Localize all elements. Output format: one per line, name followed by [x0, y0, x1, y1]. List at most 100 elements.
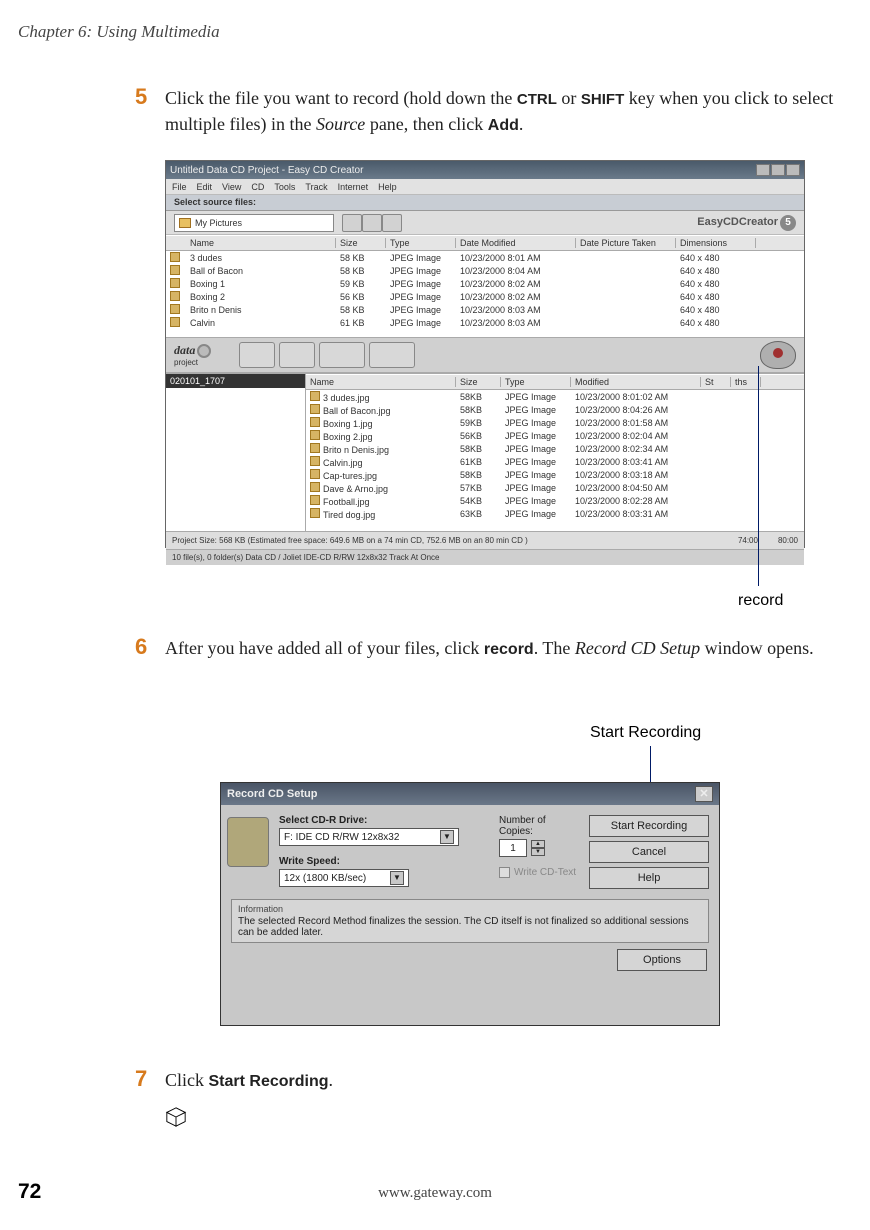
- chapter-header: Chapter 6: Using Multimedia: [18, 22, 220, 42]
- project-sublabel: project: [174, 358, 211, 367]
- list-item[interactable]: Ball of Bacon58 KBJPEG Image10/23/2000 8…: [166, 264, 804, 277]
- menu-item[interactable]: File: [172, 182, 187, 192]
- folder-select[interactable]: My Pictures: [174, 214, 334, 232]
- list-item[interactable]: 3 dudes.jpg58KBJPEG Image10/23/2000 8:01…: [306, 390, 804, 403]
- start-recording-button[interactable]: Start Recording: [589, 815, 709, 837]
- bottom-text: 10 file(s), 0 folder(s) Data CD / Joliet…: [172, 553, 440, 562]
- options-button[interactable]: Options: [617, 949, 707, 971]
- ui-record: record: [484, 641, 534, 658]
- menu-item[interactable]: Edit: [197, 182, 213, 192]
- col-type[interactable]: Type: [501, 377, 571, 387]
- list-item[interactable]: Tired dog.jpg63KBJPEG Image10/23/2000 8:…: [306, 507, 804, 520]
- properties-button[interactable]: [319, 342, 365, 368]
- drive-select[interactable]: F: IDE CD R/RW 12x8x32 ▼: [279, 828, 459, 846]
- project-pane: 020101_1707 Name Size Type Modified St t…: [166, 373, 804, 531]
- text: .: [329, 1070, 334, 1090]
- select-source-label: Select source files:: [166, 195, 804, 211]
- info-body: The selected Record Method finalizes the…: [238, 916, 702, 938]
- step-5: 5 Click the file you want to record (hol…: [165, 86, 865, 138]
- list-item[interactable]: 3 dudes58 KBJPEG Image10/23/2000 8:01 AM…: [166, 251, 804, 264]
- menu-item[interactable]: Help: [378, 182, 397, 192]
- menu-item[interactable]: Track: [305, 182, 327, 192]
- text: window opens.: [700, 638, 814, 658]
- mid-buttons: [239, 342, 415, 368]
- list-item[interactable]: Football.jpg54KBJPEG Image10/23/2000 8:0…: [306, 494, 804, 507]
- drive-label: Select CD-R Drive:: [279, 815, 459, 826]
- list-item[interactable]: Ball of Bacon.jpg58KBJPEG Image10/23/200…: [306, 403, 804, 416]
- col-dim[interactable]: Dimensions: [676, 238, 756, 248]
- col-size[interactable]: Size: [456, 377, 501, 387]
- list-item[interactable]: Boxing 2.jpg56KBJPEG Image10/23/2000 8:0…: [306, 429, 804, 442]
- project-file-pane: Name Size Type Modified St ths 3 dudes.j…: [306, 374, 804, 531]
- window-name: Record CD Setup: [575, 638, 700, 658]
- status-text: Project Size: 568 KB (Estimated free spa…: [172, 536, 528, 545]
- record-dot-icon: [773, 348, 783, 358]
- close-icon[interactable]: ✕: [695, 786, 713, 802]
- remove-button[interactable]: [279, 342, 315, 368]
- dialog-title: Record CD Setup: [227, 788, 317, 800]
- menu-item[interactable]: Tools: [274, 182, 295, 192]
- screenshot-easy-cd-creator: Untitled Data CD Project - Easy CD Creat…: [165, 160, 805, 548]
- list-item[interactable]: Boxing 159 KBJPEG Image10/23/2000 8:02 A…: [166, 277, 804, 290]
- menu-item[interactable]: Internet: [338, 182, 369, 192]
- text: . The: [534, 638, 575, 658]
- text: data: [174, 343, 195, 357]
- step-number: 7: [135, 1066, 147, 1092]
- menu-item[interactable]: CD: [251, 182, 264, 192]
- col-ths[interactable]: ths: [731, 377, 761, 387]
- speed-label: Write Speed:: [279, 856, 459, 867]
- step-number: 6: [135, 634, 147, 660]
- list-item[interactable]: Dave & Arno.jpg57KBJPEG Image10/23/2000 …: [306, 481, 804, 494]
- text: .: [519, 114, 524, 134]
- ui-start-recording: Start Recording: [209, 1073, 329, 1090]
- col-size[interactable]: Size: [336, 238, 386, 248]
- menubar[interactable]: File Edit View CD Tools Track Internet H…: [166, 179, 804, 195]
- ui-pane-name: Source: [316, 114, 365, 134]
- copies-input[interactable]: 1: [499, 839, 527, 857]
- col-mod[interactable]: Date Modified: [456, 238, 576, 248]
- window-controls[interactable]: [756, 164, 800, 176]
- checkbox-label: Write CD-Text: [514, 867, 576, 878]
- chevron-down-icon[interactable]: ▼: [390, 871, 404, 885]
- brand-text: EasyCDCreator: [697, 216, 778, 228]
- list-item[interactable]: Boxing 1.jpg59KBJPEG Image10/23/2000 8:0…: [306, 416, 804, 429]
- list-item[interactable]: Calvin61 KBJPEG Image10/23/2000 8:03 AM6…: [166, 316, 804, 329]
- cube-icon: [165, 1106, 187, 1128]
- source-file-list[interactable]: 3 dudes58 KBJPEG Image10/23/2000 8:01 AM…: [166, 251, 804, 337]
- list-item[interactable]: Cap-tures.jpg58KBJPEG Image10/23/2000 8:…: [306, 468, 804, 481]
- copies-spinner[interactable]: ▲▼: [531, 840, 545, 856]
- col-mod[interactable]: Modified: [571, 377, 701, 387]
- col-taken[interactable]: Date Picture Taken: [576, 238, 676, 248]
- mid-toolbar: data project: [166, 337, 804, 373]
- speed-select[interactable]: 12x (1800 KB/sec) ▼: [279, 869, 409, 887]
- chevron-down-icon[interactable]: ▼: [440, 830, 454, 844]
- source-list-header: Name Size Type Date Modified Date Pictur…: [166, 235, 804, 251]
- menu-item[interactable]: View: [222, 182, 241, 192]
- record-button[interactable]: [760, 341, 796, 369]
- keycap-shift: SHIFT: [581, 91, 624, 108]
- tree-root[interactable]: 020101_1707: [166, 374, 305, 388]
- list-item[interactable]: Brito n Denis58 KBJPEG Image10/23/2000 8…: [166, 303, 804, 316]
- list-item[interactable]: Calvin.jpg61KBJPEG Image10/23/2000 8:03:…: [306, 455, 804, 468]
- col-st[interactable]: St: [701, 377, 731, 387]
- col-name[interactable]: Name: [186, 238, 336, 248]
- drive-value: F: IDE CD R/RW 12x8x32: [284, 832, 399, 843]
- project-file-list[interactable]: 3 dudes.jpg58KBJPEG Image10/23/2000 8:01…: [306, 390, 804, 531]
- text: Click the file you want to record (hold …: [165, 88, 517, 108]
- col-type[interactable]: Type: [386, 238, 456, 248]
- cd-icon: [197, 344, 211, 358]
- project-tree[interactable]: 020101_1707: [166, 374, 306, 531]
- info-heading: Information: [238, 904, 702, 914]
- bottombar: 10 file(s), 0 folder(s) Data CD / Joliet…: [166, 549, 804, 565]
- callout-start-recording: Start Recording: [590, 724, 701, 742]
- list-item[interactable]: Brito n Denis.jpg58KBJPEG Image10/23/200…: [306, 442, 804, 455]
- cancel-button[interactable]: Cancel: [589, 841, 709, 863]
- transitions-button[interactable]: [369, 342, 415, 368]
- add-button[interactable]: [239, 342, 275, 368]
- help-button[interactable]: Help: [589, 867, 709, 889]
- list-item[interactable]: Boxing 256 KBJPEG Image10/23/2000 8:02 A…: [166, 290, 804, 303]
- copies-label: Number of Copies:: [499, 815, 579, 837]
- nav-buttons[interactable]: [342, 214, 402, 232]
- text: Click: [165, 1070, 209, 1090]
- col-name[interactable]: Name: [306, 377, 456, 387]
